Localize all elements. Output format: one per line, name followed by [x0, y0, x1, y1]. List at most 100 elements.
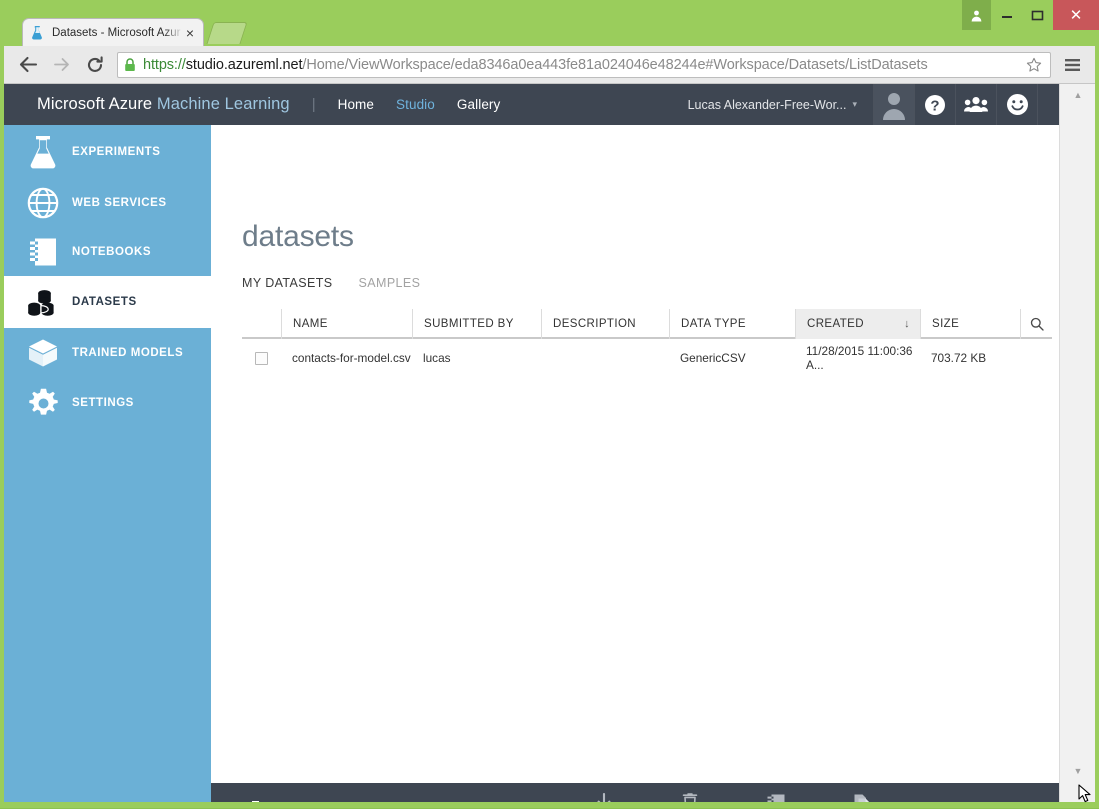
cell-submitted-by: lucas: [412, 339, 541, 377]
column-header-select-all[interactable]: [242, 309, 281, 339]
row-checkbox-cell[interactable]: [242, 339, 281, 377]
search-icon[interactable]: [1020, 309, 1052, 339]
maximize-button[interactable]: [1022, 0, 1053, 30]
notebook-icon: [766, 791, 786, 802]
left-sidebar: EXPERIMENTS WEB SERVICES: [4, 125, 211, 802]
globe-icon: [22, 187, 64, 219]
sort-descending-icon: ↓: [904, 318, 910, 330]
column-header-data-type[interactable]: DATA TYPE: [669, 309, 795, 339]
column-header-size[interactable]: SIZE: [920, 309, 1020, 339]
brand-secondary: Machine Learning: [157, 95, 290, 113]
sidebar-item-trained-models[interactable]: TRAINED MODELS: [4, 328, 211, 378]
new-tab-button[interactable]: [206, 22, 247, 44]
new-button[interactable]: NEW: [243, 801, 316, 802]
sidebar-item-settings[interactable]: SETTINGS: [4, 378, 211, 428]
main-content: datasets MY DATASETS SAMPLES NAME SUBMIT…: [211, 125, 1059, 802]
svg-text:?: ?: [930, 97, 939, 114]
column-header-created[interactable]: CREATED ↓: [795, 309, 920, 339]
plus-icon: [243, 801, 267, 802]
azure-ml-flask-favicon: [29, 24, 46, 41]
profile-icon[interactable]: [962, 0, 991, 30]
scroll-down-arrow[interactable]: ▼: [1060, 762, 1095, 780]
browser-menu-icon[interactable]: [1057, 58, 1087, 72]
tab-my-datasets[interactable]: MY DATASETS: [242, 276, 333, 290]
copy-icon: [852, 791, 872, 802]
download-icon: [594, 791, 614, 802]
sidebar-label-experiments: EXPERIMENTS: [72, 146, 160, 158]
reload-icon[interactable]: [80, 50, 109, 79]
cell-created: 11/28/2015 11:00:36 A...: [795, 339, 920, 377]
delete-button[interactable]: DELETE: [647, 791, 733, 802]
page-scrollbar[interactable]: ▲ ▼: [1059, 84, 1095, 802]
datasets-icon: [22, 287, 64, 317]
download-button[interactable]: DOWNLOAD: [561, 791, 647, 802]
column-header-created-label: CREATED: [807, 318, 864, 330]
sidebar-label-datasets: DATASETS: [72, 296, 137, 308]
sidebar-label-trained-models: TRAINED MODELS: [72, 347, 183, 359]
cell-data-type: GenericCSV: [669, 339, 795, 377]
trash-icon: [681, 791, 699, 802]
close-window-button[interactable]: ✕: [1053, 0, 1099, 30]
browser-tab-title: Datasets - Microsoft Azur: [52, 27, 183, 39]
forward-icon[interactable]: [47, 50, 76, 79]
browser-tab[interactable]: Datasets - Microsoft Azur ×: [22, 18, 204, 46]
user-area: Lucas Alexander-Free-Wor... ▾ ?: [688, 84, 1059, 125]
chevron-down-icon[interactable]: ▾: [852, 99, 857, 110]
nav-divider: |: [312, 96, 316, 113]
generate-data-access-code-button[interactable]: GENERATE DATA ACCESS CODE...: [819, 791, 905, 802]
browser-window: Datasets - Microsoft Azur × ✕: [0, 0, 1099, 808]
bookmark-star-icon[interactable]: [1026, 57, 1044, 73]
column-header-description[interactable]: DESCRIPTION: [541, 309, 669, 339]
sidebar-item-experiments[interactable]: EXPERIMENTS: [4, 125, 211, 178]
nav-link-studio[interactable]: Studio: [396, 97, 435, 112]
scroll-up-arrow[interactable]: ▲: [1060, 86, 1095, 104]
window-controls: ✕: [962, 0, 1099, 30]
nav-link-gallery[interactable]: Gallery: [457, 97, 500, 112]
notebook-icon: [22, 237, 64, 267]
sidebar-item-notebooks[interactable]: NOTEBOOKS: [4, 228, 211, 276]
address-bar[interactable]: https://studio.azureml.net/Home/ViewWork…: [117, 52, 1051, 78]
gear-icon: [22, 388, 64, 419]
url-path: /Home/ViewWorkspace/eda8346a0ea443fe81a0…: [302, 57, 927, 73]
sidebar-label-settings: SETTINGS: [72, 397, 134, 409]
help-icon[interactable]: ?: [914, 84, 955, 125]
avatar[interactable]: [873, 84, 914, 125]
dataset-tabs: MY DATASETS SAMPLES: [242, 276, 446, 290]
command-actions: DOWNLOAD DELETE: [561, 783, 905, 802]
back-icon[interactable]: [14, 50, 43, 79]
table-row[interactable]: contacts-for-model.csv lucas GenericCSV …: [242, 339, 1052, 377]
brand-logo[interactable]: Microsoft Azure Machine Learning: [37, 95, 290, 114]
cube-icon: [22, 338, 64, 368]
url-text: https://studio.azureml.net/Home/ViewWork…: [143, 57, 1022, 73]
url-scheme: https://: [143, 57, 186, 73]
page-viewport: Microsoft Azure Machine Learning | Home …: [4, 84, 1095, 802]
close-icon[interactable]: ×: [183, 27, 197, 39]
mouse-cursor: [1078, 784, 1096, 804]
url-host: studio.azureml.net: [186, 57, 303, 73]
lock-icon: [124, 58, 138, 72]
sidebar-label-notebooks: NOTEBOOKS: [72, 246, 151, 258]
browser-toolbar: https://studio.azureml.net/Home/ViewWork…: [4, 46, 1095, 84]
tab-samples[interactable]: SAMPLES: [359, 276, 421, 290]
sidebar-item-web-services[interactable]: WEB SERVICES: [4, 178, 211, 228]
page-title: datasets: [242, 220, 354, 254]
nav-link-home[interactable]: Home: [338, 97, 374, 112]
cell-name[interactable]: contacts-for-model.csv: [281, 339, 412, 377]
sidebar-label-web-services: WEB SERVICES: [72, 197, 167, 209]
bottom-command-bar: NEW DOWNLOAD: [211, 783, 1095, 802]
open-in-notebook-button[interactable]: OPEN IN NOTEBOOK: [733, 791, 819, 802]
row-checkbox[interactable]: [255, 352, 268, 365]
flask-icon: [22, 135, 64, 169]
feedback-smiley-icon[interactable]: [996, 84, 1037, 125]
datasets-table: NAME SUBMITTED BY DESCRIPTION DATA TYPE …: [242, 309, 1052, 377]
azure-top-nav: Microsoft Azure Machine Learning | Home …: [4, 84, 1059, 125]
brand-primary: Microsoft Azure: [37, 95, 152, 113]
community-icon[interactable]: [955, 84, 996, 125]
sidebar-item-datasets[interactable]: DATASETS: [4, 276, 211, 328]
minimize-button[interactable]: [991, 0, 1022, 30]
column-header-name[interactable]: NAME: [281, 309, 412, 339]
browser-tab-strip: Datasets - Microsoft Azur × ✕: [0, 0, 1099, 46]
cell-description: [541, 339, 669, 377]
workspace-name[interactable]: Lucas Alexander-Free-Wor...: [688, 98, 847, 112]
column-header-submitted-by[interactable]: SUBMITTED BY: [412, 309, 541, 339]
